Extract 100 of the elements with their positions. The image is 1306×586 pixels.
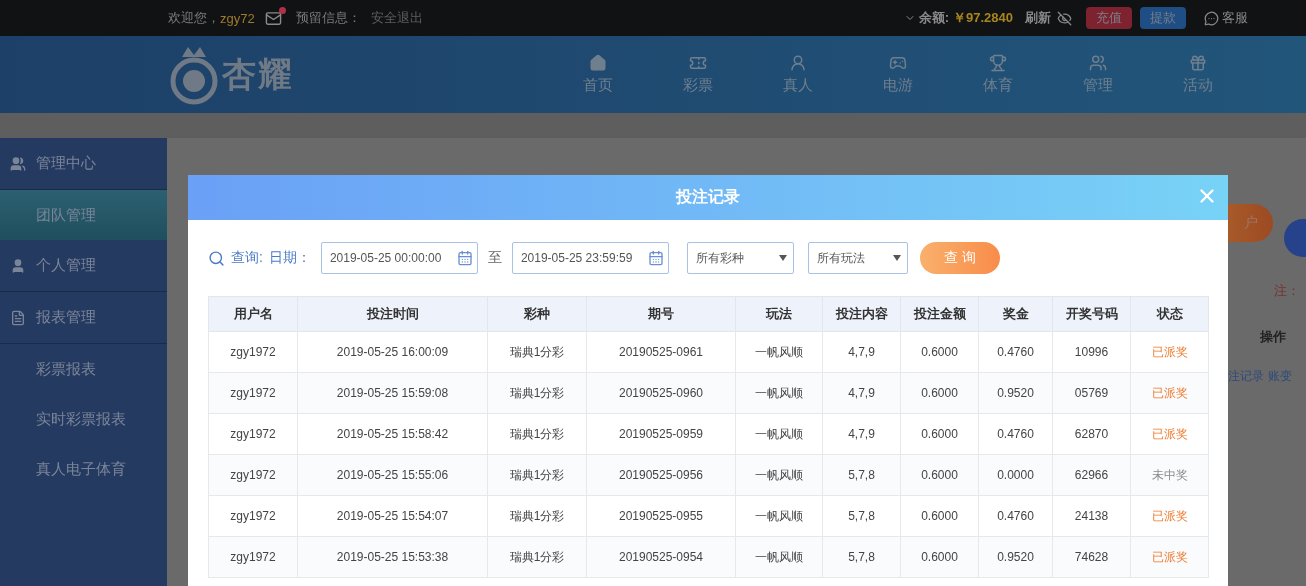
trophy-icon [989, 54, 1007, 72]
nav-item[interactable]: 首页 [548, 36, 648, 113]
nav-item[interactable]: 彩票 [648, 36, 748, 113]
start-date-field[interactable]: 2019-05-25 00:00:00 [320, 242, 478, 274]
table-cell: 瑞典1分彩 [487, 536, 587, 578]
nav-item[interactable]: 电游 [848, 36, 948, 113]
refresh-button[interactable]: 刷新 [1025, 9, 1051, 27]
table-cell: 0.4760 [978, 331, 1053, 373]
table-cell: 4,7,9 [822, 331, 901, 373]
deposit-button[interactable]: 充值 [1086, 7, 1132, 29]
table-cell: 瑞典1分彩 [487, 454, 587, 496]
table-cell: 0.6000 [900, 413, 979, 455]
table-cell: 0.6000 [900, 495, 979, 537]
date-label: 日期： [268, 249, 311, 267]
play-select[interactable]: 所有玩法 [807, 242, 908, 274]
table-cell: 20190525-0956 [586, 454, 736, 496]
column-header: 操作 [1260, 328, 1286, 346]
table-cell: 5,7,8 [822, 495, 901, 537]
table-cell: 0.6000 [900, 536, 979, 578]
status-cell: 已派奖 [1130, 372, 1209, 414]
table-cell: 2019-05-25 15:59:08 [297, 372, 488, 414]
table-cell: zgy1972 [208, 372, 298, 414]
nav-item[interactable]: 真人 [748, 36, 848, 113]
sidebar-item[interactable]: 彩票报表 [0, 344, 167, 394]
column-header: 投注时间 [297, 296, 488, 332]
search-icon [208, 249, 225, 267]
document-icon [10, 309, 26, 326]
status-cell: 已派奖 [1130, 413, 1209, 455]
table-cell: 4,7,9 [822, 413, 901, 455]
dialog-title: 投注记录 [676, 187, 740, 207]
sidebar-item[interactable]: 报表管理 [0, 292, 167, 344]
column-header: 开奖号码 [1052, 296, 1131, 332]
query-button[interactable]: 查 询 [919, 242, 1000, 274]
table-cell: 2019-05-25 16:00:09 [297, 331, 488, 373]
table-cell: 4,7,9 [822, 372, 901, 414]
table-cell: 20190525-0960 [586, 372, 736, 414]
table-cell: 20190525-0954 [586, 536, 736, 578]
table-link[interactable]: 账变 [1268, 368, 1292, 385]
table-link[interactable]: 注记录 [1228, 368, 1264, 385]
table-cell: 一帆风顺 [735, 495, 823, 537]
table-cell: 0.6000 [900, 372, 979, 414]
table-cell: 一帆风顺 [735, 372, 823, 414]
table-cell: 2019-05-25 15:55:06 [297, 454, 488, 496]
ticket-icon [689, 54, 707, 72]
gift-icon [1189, 54, 1207, 72]
table-cell: 0.0000 [978, 454, 1053, 496]
note-text: 注： [1274, 282, 1300, 300]
users-icon [1089, 54, 1107, 72]
query-label: 查询: [231, 249, 263, 267]
status-cell: 已派奖 [1130, 536, 1209, 578]
balance-amount: ￥97.2840 [953, 9, 1013, 27]
chat-icon [1204, 10, 1219, 26]
sidebar-item[interactable]: 个人管理 [0, 240, 167, 292]
customer-service-button[interactable]: 客服 [1204, 9, 1248, 27]
table-cell: zgy1972 [208, 413, 298, 455]
logo-text: 杏耀 [222, 53, 294, 95]
table-cell: 2019-05-25 15:58:42 [297, 413, 488, 455]
nav-item[interactable]: 活动 [1148, 36, 1248, 113]
table-cell: 05769 [1052, 372, 1131, 414]
table-cell: 瑞典1分彩 [487, 372, 587, 414]
table-cell: 0.9520 [978, 372, 1053, 414]
table-cell: 一帆风顺 [735, 536, 823, 578]
table-cell: 0.4760 [978, 413, 1053, 455]
sidebar-item[interactable]: 团队管理 [0, 190, 167, 240]
table-cell: 0.6000 [900, 331, 979, 373]
calendar-icon[interactable] [647, 250, 664, 266]
to-label: 至 [487, 249, 502, 267]
table-cell: 瑞典1分彩 [487, 495, 587, 537]
table-cell: 5,7,8 [822, 454, 901, 496]
table-cell: 0.6000 [900, 454, 979, 496]
table-cell: 24138 [1052, 495, 1131, 537]
sidebar-item[interactable]: 实时彩票报表 [0, 394, 167, 444]
withdraw-button[interactable]: 提款 [1140, 7, 1186, 29]
column-header: 状态 [1130, 296, 1209, 332]
end-date-field[interactable]: 2019-05-25 23:59:59 [511, 242, 669, 274]
person-icon [789, 54, 807, 72]
welcome-text: 欢迎您， [168, 9, 220, 27]
table-cell: 一帆风顺 [735, 413, 823, 455]
table-cell: zgy1972 [208, 331, 298, 373]
table-cell: 20190525-0955 [586, 495, 736, 537]
lottery-select[interactable]: 所有彩种 [686, 242, 794, 274]
nav-item[interactable]: 体育 [948, 36, 1048, 113]
eye-off-icon[interactable] [1057, 10, 1072, 26]
table-cell: 一帆风顺 [735, 454, 823, 496]
home-icon [589, 54, 607, 72]
table-cell: zgy1972 [208, 536, 298, 578]
caret-icon [892, 255, 901, 261]
column-header: 投注金额 [900, 296, 979, 332]
nav-item[interactable]: 管理 [1048, 36, 1148, 113]
reserved-info-label: 预留信息： [295, 9, 361, 27]
logout-link[interactable]: 安全退出 [370, 9, 423, 27]
status-cell: 已派奖 [1130, 331, 1209, 373]
calendar-icon[interactable] [456, 250, 473, 266]
users-icon [10, 155, 26, 172]
table-cell: 20190525-0961 [586, 331, 736, 373]
open-account-button[interactable]: 户 [1228, 204, 1273, 242]
column-header: 投注内容 [822, 296, 901, 332]
table-cell: 0.9520 [978, 536, 1053, 578]
sidebar-item[interactable]: 真人电子体育 [0, 444, 167, 494]
column-header: 彩种 [487, 296, 587, 332]
